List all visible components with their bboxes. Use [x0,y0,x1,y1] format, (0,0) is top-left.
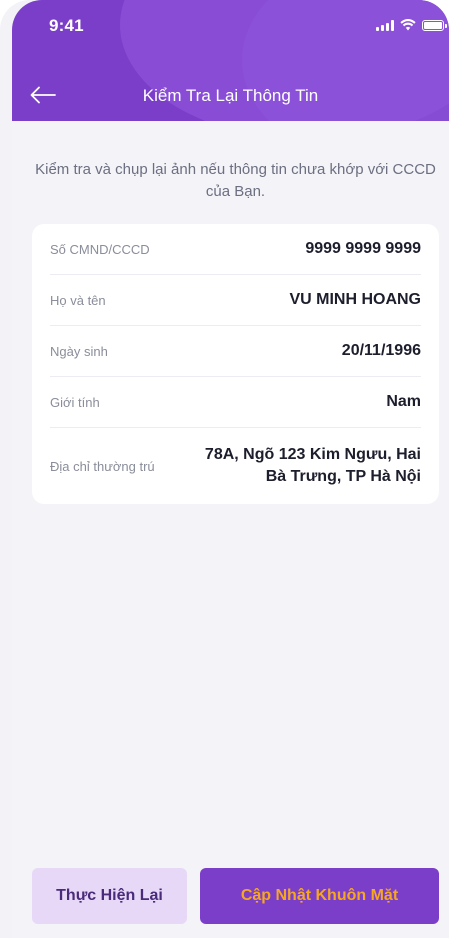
status-time: 9:41 [49,16,84,35]
content-area: Kiểm tra và chụp lại ảnh nếu thông tin c… [12,121,449,938]
info-value: VU MINH HOANG [289,291,421,308]
page-title: Kiểm Tra Lại Thông Tin [142,86,319,105]
info-value: 78A, Ngõ 123 Kim Ngưu, Hai Bà Trưng, TP … [204,446,421,485]
instruction-text: Kiểm tra và chụp lại ảnh nếu thông tin c… [35,161,436,200]
info-row-birth-date: Ngày sinh 20/11/1996 [50,326,421,377]
wifi-icon [400,19,416,31]
info-card: Số CMND/CCCD 9999 9999 9999 Họ và tên VU… [32,224,439,504]
info-label: Giới tính [50,394,100,410]
nav-bar: Kiểm Tra Lại Thông Tin [12,70,449,120]
update-face-button[interactable]: Cập Nhật Khuôn Mặt [200,868,439,924]
info-label: Ngày sinh [50,343,108,359]
info-label: Họ và tên [50,292,106,308]
retry-button[interactable]: Thực Hiện Lại [32,868,187,924]
status-bar: 9:41 [12,0,449,50]
info-label: Địa chỉ thường trú [50,458,155,474]
phone-screen: 9:41 Kiểm Tra Lại Thông Tin Kiểm tra và … [0,0,449,938]
info-value: 9999 9999 9999 [305,240,421,257]
info-row-address: Địa chỉ thường trú 78A, Ngõ 123 Kim Ngưu… [50,428,421,504]
info-value: 20/11/1996 [341,342,421,359]
status-icons [376,19,447,31]
signal-icon [376,19,394,31]
info-row-full-name: Họ và tên VU MINH HOANG [50,275,421,326]
info-label: Số CMND/CCCD [50,241,150,257]
info-row-id-number: Số CMND/CCCD 9999 9999 9999 [50,224,421,275]
info-value: Nam [386,393,421,410]
battery-icon [422,19,447,31]
info-row-gender: Giới tính Nam [50,377,421,428]
